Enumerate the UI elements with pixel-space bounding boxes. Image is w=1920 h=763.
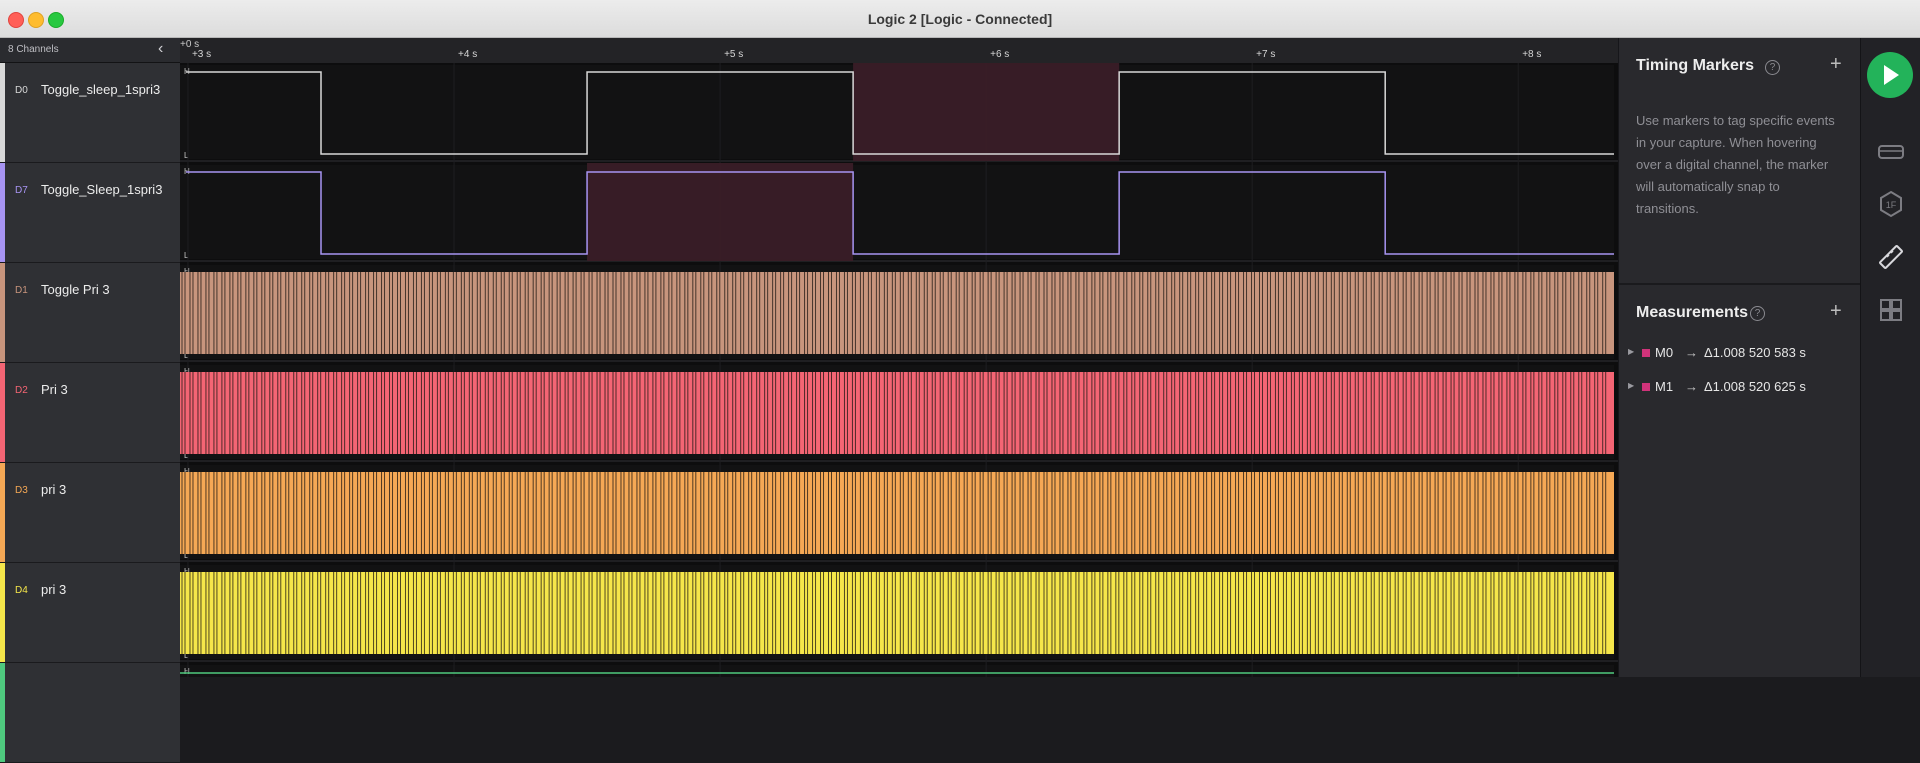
waveform-view[interactable]: HLHLHLHLHLHLHL: [180, 63, 1618, 677]
channel-row-d3[interactable]: D3 pri 3: [0, 463, 180, 563]
expand-icon[interactable]: ▶: [1628, 381, 1634, 390]
channel-row-partial[interactable]: [0, 663, 180, 763]
channel-row-d0[interactable]: D0 Toggle_sleep_1spri3: [0, 63, 180, 163]
title-bar: Logic 2 [Logic - Connected]: [0, 0, 1920, 38]
channel-number: D7: [15, 185, 28, 196]
channel-row-d2[interactable]: D2 Pri 3: [0, 363, 180, 463]
ruler-tick: +7 s: [1256, 49, 1276, 60]
ruler-tick: +4 s: [458, 49, 478, 60]
channel-row-d1[interactable]: D1 Toggle Pri 3: [0, 263, 180, 363]
extensions-icon[interactable]: 1F: [1877, 190, 1905, 218]
collapse-sidebar-icon[interactable]: ‹: [158, 40, 163, 58]
channel-color-bar: [0, 263, 5, 362]
dense-waveform-fill: [180, 372, 1614, 454]
channel-number: D3: [15, 485, 28, 496]
channel-color-bar: [0, 663, 5, 762]
measurement-color-swatch: [1642, 349, 1650, 357]
marker-highlight: [853, 63, 1120, 161]
channel-number: D2: [15, 385, 28, 396]
channel-name[interactable]: Toggle_Sleep_1spri3: [41, 182, 162, 197]
dense-waveform-fill: [180, 572, 1614, 654]
ruler-icon[interactable]: [1877, 243, 1905, 271]
dense-waveform-fill: [180, 272, 1614, 354]
measurement-value: Δ1.008 520 583 s: [1704, 345, 1806, 360]
measurement-value: Δ1.008 520 625 s: [1704, 379, 1806, 394]
channel-color-bar: [0, 463, 5, 562]
channel-name[interactable]: Pri 3: [41, 382, 68, 397]
ruler-tick: +6 s: [990, 49, 1010, 60]
sidebar-header: 8 Channels ‹: [0, 38, 180, 63]
analyzers-icon[interactable]: [1877, 138, 1905, 166]
help-icon[interactable]: ?: [1750, 306, 1765, 321]
dense-waveform-fill: [180, 472, 1614, 554]
channel-color-bar: [0, 363, 5, 462]
add-marker-icon[interactable]: +: [1830, 53, 1842, 76]
time-ruler[interactable]: +0 s +3 s +4 s +5 s +6 s +7 s +8 s: [180, 38, 1618, 64]
channel-name[interactable]: Toggle_sleep_1spri3: [41, 82, 160, 97]
channel-number: D4: [15, 585, 28, 596]
channel-row-d7[interactable]: D7 Toggle_Sleep_1spri3: [0, 163, 180, 263]
channel-number: D1: [15, 285, 28, 296]
channel-track: [180, 165, 1614, 259]
measurement-row[interactable]: ▶ M1 → Δ1.008 520 625 s: [1628, 378, 1848, 398]
timing-markers-description: Use markers to tag specific events in yo…: [1636, 113, 1835, 216]
channel-color-bar: [0, 563, 5, 662]
panel-divider: [1619, 283, 1861, 285]
waveform-canvas[interactable]: HLHLHLHLHLHLHL: [180, 63, 1618, 677]
measurement-row[interactable]: ▶ M0 → Δ1.008 520 583 s: [1628, 344, 1848, 364]
marker-highlight: [587, 163, 854, 261]
level-high-label: H: [184, 667, 190, 676]
ruler-tick: +3 s: [191, 49, 212, 60]
ruler-tick: +5 s: [724, 49, 744, 60]
channel-name[interactable]: pri 3: [41, 582, 66, 597]
measurements-title: Measurements: [1636, 304, 1749, 321]
right-rail: 1F: [1860, 38, 1920, 677]
play-icon: [1884, 65, 1899, 85]
channel-track: [180, 665, 1614, 677]
channel-name[interactable]: Toggle Pri 3: [41, 282, 110, 297]
help-icon[interactable]: ?: [1765, 60, 1780, 75]
channel-sidebar: D0 Toggle_sleep_1spri3 D7 Toggle_Sleep_1…: [0, 63, 180, 763]
ruler-tick: +8 s: [1522, 49, 1542, 60]
timing-markers-title: Timing Markers: [1636, 57, 1754, 74]
arrow-right-icon: →: [1685, 379, 1698, 394]
channel-number: D0: [15, 85, 28, 96]
start-capture-button[interactable]: [1867, 52, 1913, 98]
layout-icon[interactable]: [1877, 296, 1905, 324]
arrow-right-icon: →: [1685, 345, 1698, 360]
window-title: Logic 2 [Logic - Connected]: [867, 11, 1053, 27]
measurement-name: M1: [1655, 379, 1674, 394]
annotations-panel: Timing Markers ? + Use markers to tag sp…: [1618, 38, 1861, 677]
channel-name[interactable]: pri 3: [41, 482, 66, 497]
channel-row-d4[interactable]: D4 pri 3: [0, 563, 180, 663]
add-measurement-icon[interactable]: +: [1830, 300, 1842, 323]
measurement-name: M0: [1655, 345, 1674, 360]
svg-text:1F: 1F: [1886, 200, 1897, 210]
channel-count: 8 Channels: [8, 44, 59, 55]
channel-color-bar: [0, 63, 5, 162]
channel-color-bar: [0, 163, 5, 262]
measurement-color-swatch: [1642, 383, 1650, 391]
expand-icon[interactable]: ▶: [1628, 347, 1634, 356]
